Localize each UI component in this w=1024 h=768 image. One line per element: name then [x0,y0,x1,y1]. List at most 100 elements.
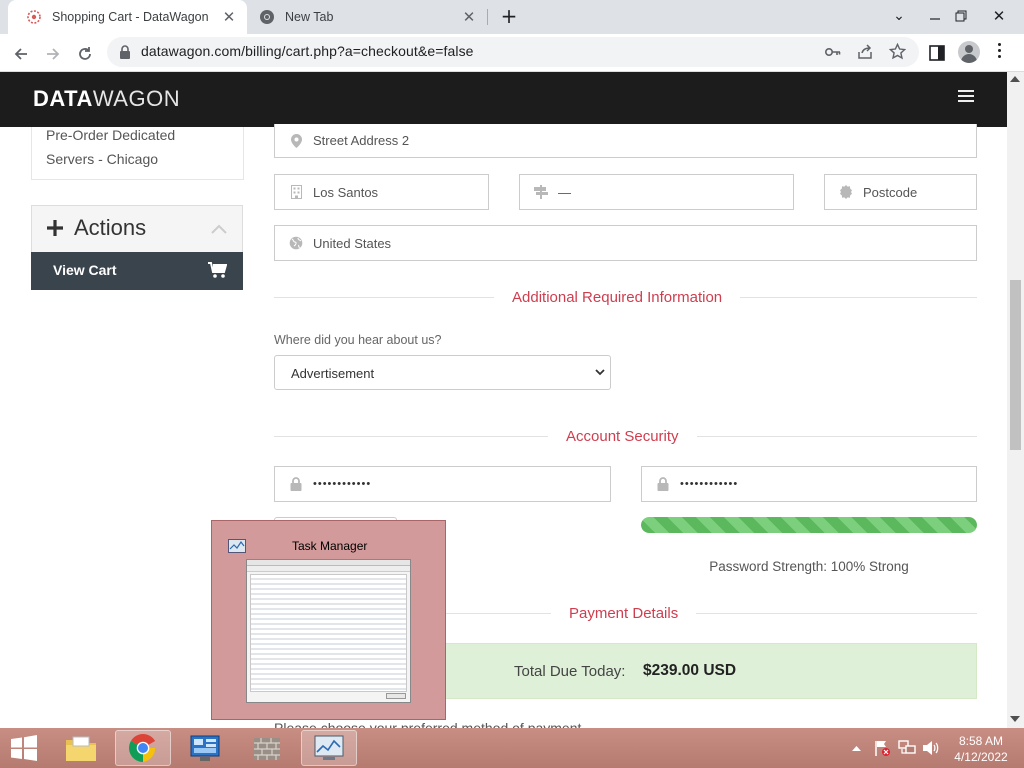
view-cart-label: View Cart [53,262,117,278]
bookmark-star-icon[interactable] [889,43,906,60]
back-arrow-icon[interactable] [7,40,35,68]
postcode-field[interactable]: Postcode [824,174,977,210]
payment-details-heading: Payment Details [551,605,697,622]
lock-icon [289,477,303,491]
lock-icon[interactable] [119,45,131,59]
taskbar-firewall[interactable] [239,730,295,766]
kebab-menu-icon[interactable] [998,43,1002,61]
task-manager-preview [246,559,411,703]
chevron-down-icon [595,369,605,376]
tab-shopping-cart[interactable]: Shopping Cart - DataWagon ✕ [8,0,247,34]
task-manager-thumbnail-popup[interactable]: Task Manager [211,520,446,720]
side-panel-icon[interactable] [929,45,945,61]
sidebar-item-line1[interactable]: Pre-Order Dedicated [46,127,175,143]
new-tab-plus-icon[interactable]: + [494,2,524,30]
additional-info-heading: Additional Required Information [494,289,741,306]
chrome-icon [260,10,274,24]
payment-method-prompt: Please choose your preferred method of p… [274,720,586,728]
task-manager-icon [228,539,246,553]
show-hidden-icons-chevron-icon[interactable] [852,745,861,751]
referral-source-select[interactable]: Advertisement [274,355,611,390]
certificate-icon [839,185,853,199]
network-icon[interactable] [898,740,916,756]
scrollbar-thumb[interactable] [1010,280,1021,450]
taskbar-task-manager[interactable] [301,730,357,766]
windows-logo-icon [11,735,37,761]
building-icon [289,185,303,199]
password-strength-meter [641,517,977,533]
restore-icon[interactable] [946,2,976,30]
password-field[interactable]: •••••••••••• [274,466,611,502]
sidebar-item-line2[interactable]: Servers - Chicago [46,151,158,167]
country-field[interactable]: United States [274,225,977,261]
system-clock[interactable]: 8:58 AM 4/12/2022 [948,733,1014,765]
tab-separator [487,9,488,25]
share-icon[interactable] [857,44,873,60]
scroll-up-arrow-icon[interactable] [1010,76,1020,82]
map-marker-icon [289,133,303,148]
confirm-password-field[interactable]: •••••••••••• [641,466,977,502]
tab-title: Shopping Cart - DataWagon [52,10,209,24]
actions-title: Actions [74,215,147,240]
total-due-box: Total Due Today: $239.00 USD [415,643,977,699]
city-field[interactable]: Los Santos [274,174,489,210]
close-tab-icon[interactable]: ✕ [219,7,239,27]
referral-selected-value: Advertisement [291,366,375,381]
tab-new-tab[interactable]: New Tab ✕ [247,0,487,34]
lock-icon [656,477,670,491]
brick-wall-icon [254,738,280,760]
site-header: DATAWAGON [0,72,1007,127]
view-cart-button[interactable]: View Cart [31,252,243,290]
actions-header[interactable]: Actions [46,215,146,241]
total-due-label: Total Due Today: [514,663,626,680]
account-security-heading: Account Security [548,428,697,445]
datawagon-logo[interactable]: DATAWAGON [33,86,180,112]
browser-toolbar: datawagon.com/billing/cart.php?a=checkou… [0,34,1024,72]
password-mask: •••••••••••• [313,478,372,490]
datawagon-favicon-icon [27,10,41,24]
volume-icon[interactable] [922,740,939,756]
logo-bold: DATA [33,86,93,111]
action-center-flag-icon[interactable] [873,739,891,757]
start-button[interactable] [0,730,48,766]
state-field[interactable]: — [519,174,794,210]
url-text: datawagon.com/billing/cart.php?a=checkou… [141,43,474,59]
referral-question-label: Where did you hear about us? [274,333,442,347]
scroll-down-arrow-icon[interactable] [1010,716,1020,722]
chrome-icon [129,734,156,762]
street-address-2-field[interactable]: Street Address 2 [274,124,977,158]
reload-icon[interactable] [71,40,99,68]
forward-arrow-icon[interactable] [39,40,67,68]
password-strength-fill [641,517,977,533]
folder-icon [66,736,96,761]
shopping-cart-icon [208,262,227,278]
total-due-value: $239.00 USD [643,662,737,679]
tab-search-chevron-icon[interactable]: ⌄ [884,2,914,30]
control-panel-icon [190,735,220,761]
close-window-icon[interactable]: ✕ [984,2,1014,30]
address-bar[interactable]: datawagon.com/billing/cart.php?a=checkou… [107,37,919,67]
signpost-icon [534,185,548,199]
taskbar-control-panel[interactable] [177,730,233,766]
chevron-up-icon[interactable] [211,224,227,234]
close-tab-icon[interactable]: ✕ [459,7,479,27]
password-strength-text: Password Strength: 100% Strong [709,559,909,574]
city-value: Los Santos [313,184,379,200]
profile-avatar-icon[interactable] [958,41,980,63]
postcode-placeholder: Postcode [863,184,918,200]
street-address-2-placeholder: Street Address 2 [313,133,410,148]
task-manager-icon [314,735,344,760]
state-value: — [558,184,571,200]
clock-time: 8:58 AM [958,734,1004,748]
clock-date: 4/12/2022 [954,750,1008,764]
logo-thin: WAGON [92,86,181,111]
country-value: United States [313,235,392,251]
key-icon[interactable] [825,45,841,59]
tab-title: New Tab [285,10,334,24]
hamburger-menu-icon[interactable] [958,90,974,104]
globe-icon [289,236,303,250]
taskbar-chrome[interactable] [115,730,171,766]
plus-icon [47,220,63,236]
taskbar-file-explorer[interactable] [53,730,109,766]
confirm-password-mask: •••••••••••• [680,478,739,490]
